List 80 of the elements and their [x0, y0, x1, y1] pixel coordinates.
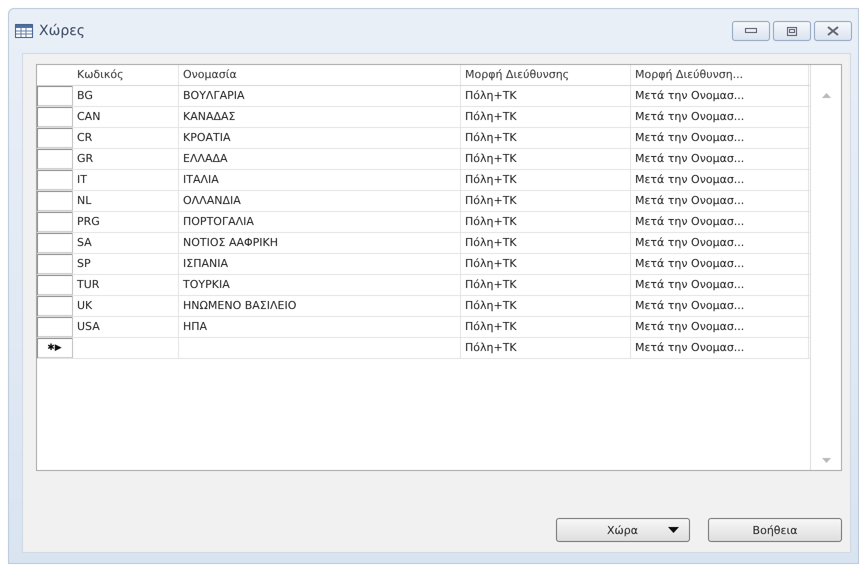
- table-cell: Μετά την Ονομασ...: [631, 254, 809, 274]
- table-cell: Πόλη+ΤΚ: [461, 212, 631, 232]
- table-cell: Μετά την Ονομασ...: [631, 296, 809, 316]
- row-selector[interactable]: [37, 212, 73, 232]
- table-cell: Μετά την Ονομασ...: [631, 338, 809, 358]
- dropdown-button[interactable]: Χώρα: [556, 518, 690, 542]
- table-cell: Μετά την Ονομασ...: [631, 107, 809, 127]
- column-header: Μορφή Διεύθυνσης: [461, 65, 631, 85]
- maximize-icon: [787, 26, 797, 36]
- table-cell: ΟΛΛΑΝΔΙΑ: [179, 191, 461, 211]
- table-cell: ΙΤΑΛΙΑ: [179, 170, 461, 190]
- table-cell: BG: [73, 86, 179, 106]
- row-selector[interactable]: [37, 149, 73, 169]
- table-icon: [15, 24, 33, 38]
- table-cell: Μετά την Ονομασ...: [631, 212, 809, 232]
- table-cell: ΠΟΡΤΟΓΑΛΙΑ: [179, 212, 461, 232]
- table-cell: Μετά την Ονομασ...: [631, 317, 809, 337]
- table-cell: Πόλη+ΤΚ: [461, 338, 631, 358]
- table-cell: Μετά την Ονομασ...: [631, 86, 809, 106]
- table-cell: CR: [73, 128, 179, 148]
- table-cell: IT: [73, 170, 179, 190]
- table-cell: Μετά την Ονομασ...: [631, 233, 809, 253]
- table-cell: Πόλη+ΤΚ: [461, 170, 631, 190]
- table-cell: USA: [73, 317, 179, 337]
- table-cell: Πόλη+ΤΚ: [461, 107, 631, 127]
- caret-icon: [668, 527, 679, 533]
- row-selector[interactable]: [37, 86, 73, 106]
- table-cell: Πόλη+ΤΚ: [461, 254, 631, 274]
- table-cell: Πόλη+ΤΚ: [461, 86, 631, 106]
- column-header: Κωδικός: [73, 65, 179, 85]
- table-cell: CAN: [73, 107, 179, 127]
- table-cell: ΗΝΩΜΕΝΟ ΒΑΣΙΛΕΙΟ: [179, 296, 461, 316]
- row-selector[interactable]: [37, 317, 73, 337]
- table-cell: ΚΑΝΑΔΑΣ: [179, 107, 461, 127]
- table-cell: ΒΟΥΛΓΑΡΙΑ: [179, 86, 461, 106]
- column-header: Μορφή Διεύθυνση...: [631, 65, 809, 85]
- row-selector[interactable]: [37, 191, 73, 211]
- close-button[interactable]: [814, 21, 852, 41]
- table-cell: SA: [73, 233, 179, 253]
- table-cell: Πόλη+ΤΚ: [461, 296, 631, 316]
- table-cell: NL: [73, 191, 179, 211]
- scroll-down-icon[interactable]: [822, 458, 830, 463]
- table-cell: ΤΟΥΡΚΙΑ: [179, 275, 461, 295]
- table-cell: TUR: [73, 275, 179, 295]
- table-cell: Πόλη+ΤΚ: [461, 191, 631, 211]
- maximize-button[interactable]: [773, 21, 811, 41]
- table-cell: SP: [73, 254, 179, 274]
- table-cell: PRG: [73, 212, 179, 232]
- table-cell: ΙΣΠΑΝΙΑ: [179, 254, 461, 274]
- table-cell: Πόλη+ΤΚ: [461, 233, 631, 253]
- help-button[interactable]: Βοήθεια: [708, 518, 842, 542]
- column-header: Ονομασία: [179, 65, 461, 85]
- table-cell: Μετά την Ονομασ...: [631, 191, 809, 211]
- minimize-icon: [745, 28, 757, 34]
- table-cell: ΗΠΑ: [179, 317, 461, 337]
- row-selector[interactable]: [37, 296, 73, 316]
- table-cell: ΕΛΛΑΔΑ: [179, 149, 461, 169]
- row-selector[interactable]: [37, 254, 73, 274]
- close-icon: [827, 26, 839, 36]
- new-row-marker[interactable]: ✱▶: [37, 338, 73, 358]
- table-cell: Πόλη+ΤΚ: [461, 149, 631, 169]
- row-selector[interactable]: [37, 128, 73, 148]
- table-cell: Πόλη+ΤΚ: [461, 128, 631, 148]
- table-cell: Μετά την Ονομασ...: [631, 170, 809, 190]
- row-selector[interactable]: [37, 107, 73, 127]
- minimize-button[interactable]: [732, 21, 770, 41]
- scroll-up-icon[interactable]: [822, 93, 830, 98]
- table-cell: GR: [73, 149, 179, 169]
- table-cell: ΚΡΟΑΤΙΑ: [179, 128, 461, 148]
- row-selector[interactable]: [37, 233, 73, 253]
- table-cell: UK: [73, 296, 179, 316]
- row-selector[interactable]: [37, 170, 73, 190]
- table-cell: Πόλη+ΤΚ: [461, 275, 631, 295]
- row-selector[interactable]: [37, 275, 73, 295]
- table-cell: Πόλη+ΤΚ: [461, 317, 631, 337]
- table-cell: Μετά την Ονομασ...: [631, 128, 809, 148]
- table-cell: Μετά την Ονομασ...: [631, 149, 809, 169]
- table-cell: ΝΟΤΙΟΣ ΑΑΦΡΙΚΗ: [179, 233, 461, 253]
- table-cell: Μετά την Ονομασ...: [631, 275, 809, 295]
- window-title: Χώρες: [39, 23, 85, 39]
